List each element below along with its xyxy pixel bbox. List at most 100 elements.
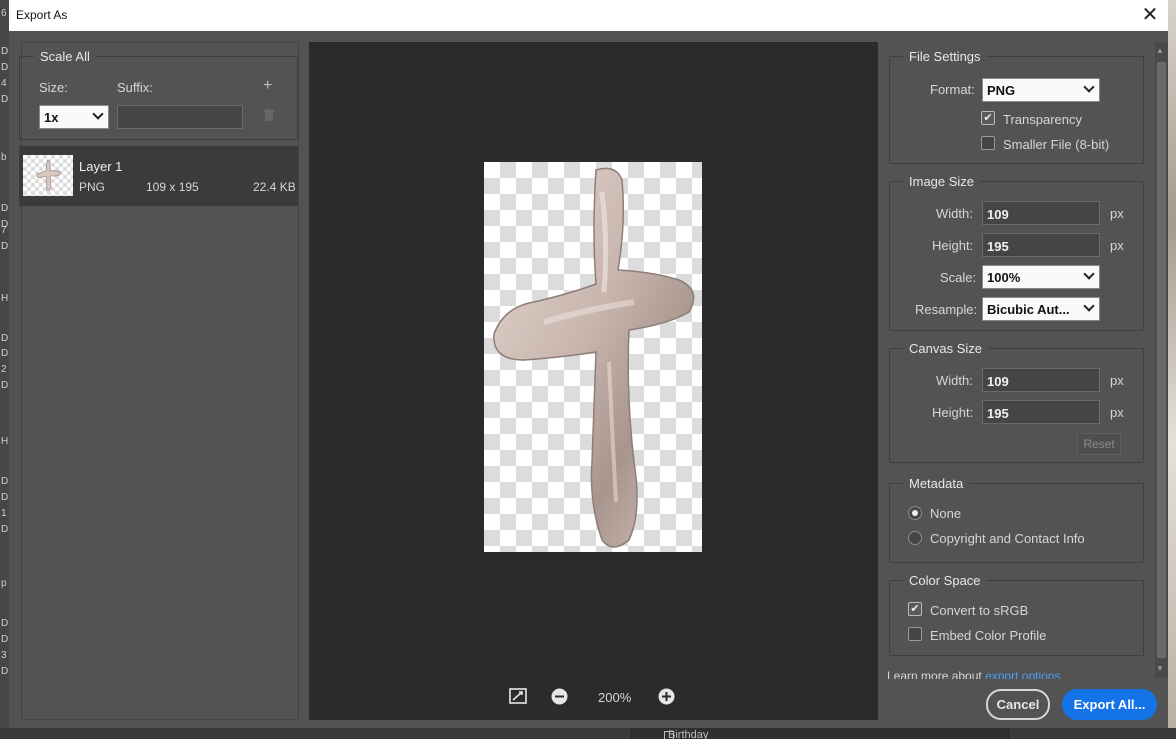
embed-profile-label: Embed Color Profile (930, 628, 1047, 643)
background-image-strip (1168, 0, 1176, 739)
export-all-button[interactable]: Export All... (1062, 689, 1157, 720)
format-dropdown[interactable]: PNG (982, 78, 1100, 102)
preview-area: 200% (309, 42, 878, 720)
minus-circle-icon (551, 688, 568, 705)
resample-label: Resample: (915, 302, 978, 317)
canvas-size-title: Canvas Size (903, 341, 988, 356)
scale-dropdown[interactable]: 100% (982, 265, 1100, 289)
image-width-input[interactable]: 109 (982, 201, 1100, 225)
chevron-down-icon (1083, 81, 1095, 93)
background-letter: D (1, 203, 9, 214)
background-letter: 6 (1, 8, 7, 19)
canvas-width-input[interactable]: 109 (982, 368, 1100, 392)
cross-thumbnail-image (36, 159, 61, 191)
close-button[interactable]: ✕ (1137, 3, 1163, 29)
add-scale-button[interactable]: + (263, 77, 272, 95)
convert-srgb-label: Convert to sRGB (930, 603, 1029, 618)
suffix-label: Suffix: (117, 80, 153, 95)
image-height-unit: px (1110, 238, 1124, 253)
resample-value: Bicubic Aut... (987, 302, 1070, 317)
window-title: Export As (16, 8, 68, 22)
background-letter: D (1, 666, 9, 677)
suffix-input[interactable] (117, 105, 243, 129)
metadata-none-radio[interactable] (908, 506, 922, 520)
image-height-input[interactable]: 195 (982, 233, 1100, 257)
scroll-down-icon[interactable]: ▼ (1156, 664, 1164, 673)
background-letter: D (1, 46, 9, 57)
size-dropdown[interactable]: 1x (39, 105, 109, 129)
metadata-title: Metadata (903, 476, 970, 491)
canvas-height-unit: px (1110, 405, 1124, 420)
background-letter: D (1, 348, 9, 359)
background-letter: D (1, 476, 9, 487)
export-options-link[interactable]: export options (985, 669, 1060, 679)
metadata-copyright-label: Copyright and Contact Info (930, 531, 1085, 546)
preview-canvas (484, 162, 702, 552)
background-letter: H (1, 436, 9, 447)
layer-file-size: 22.4 KB (253, 180, 296, 194)
cancel-button[interactable]: Cancel (986, 689, 1050, 720)
image-width-label: Width: (936, 206, 973, 221)
layer-name: Layer 1 (79, 159, 123, 174)
size-label: Size: (39, 80, 68, 95)
background-letter: b (1, 152, 7, 163)
background-letter: H (1, 293, 9, 304)
image-width-unit: px (1110, 206, 1124, 221)
background-letter: 2 (1, 364, 7, 375)
canvas-height-input[interactable]: 195 (982, 400, 1100, 424)
background-letter: D (1, 94, 9, 105)
color-space-title: Color Space (903, 573, 987, 588)
background-letter: D (1, 62, 9, 73)
zoom-out-button[interactable] (551, 688, 568, 705)
image-size-title: Image Size (903, 174, 981, 189)
layer-format: PNG (79, 180, 106, 194)
checkmark-icon: ✔ (983, 112, 993, 124)
zoom-in-button[interactable] (658, 688, 675, 705)
background-letter: D (1, 333, 9, 344)
trash-icon[interactable] (264, 109, 274, 121)
scroll-up-icon[interactable]: ▲ (1156, 46, 1164, 55)
reset-button[interactable]: Reset (1077, 433, 1121, 455)
learn-more: Learn more about export options (887, 669, 1147, 679)
background-letter: 4 (1, 78, 7, 89)
scale-all-title: Scale All (34, 49, 96, 64)
background-letter: D (1, 241, 9, 252)
background-letter: p (1, 578, 7, 589)
title-bar: Export As ✕ (9, 0, 1168, 31)
background-letter: 7 (1, 225, 7, 236)
transparency-checkbox[interactable]: ✔ (981, 111, 995, 125)
format-label: Format: (930, 82, 975, 97)
background-letter: D (1, 634, 9, 645)
checkmark-icon: ✔ (910, 603, 920, 615)
metadata-group: Metadata (889, 476, 1144, 563)
background-letter: D (1, 524, 9, 535)
assets-panel (21, 42, 299, 720)
chevron-down-icon (92, 108, 104, 120)
layer-thumbnail (23, 155, 73, 196)
scale-value: 100% (987, 270, 1021, 285)
smaller-file-label: Smaller File (8-bit) (1003, 137, 1110, 152)
color-space-group: Color Space (889, 573, 1144, 656)
canvas-width-unit: px (1110, 373, 1124, 388)
embed-profile-checkbox[interactable] (908, 627, 922, 641)
file-settings-title: File Settings (903, 49, 987, 64)
learn-more-text: Learn more about (887, 669, 982, 679)
background-letter: D (1, 492, 9, 503)
convert-srgb-checkbox[interactable]: ✔ (908, 602, 922, 616)
chevron-down-icon (1083, 300, 1095, 312)
resample-dropdown[interactable]: Bicubic Aut... (982, 297, 1100, 321)
fit-to-view-icon[interactable] (509, 687, 527, 705)
zoom-level: 200% (598, 690, 632, 705)
scale-label: Scale: (940, 270, 977, 285)
metadata-copyright-radio[interactable] (908, 531, 922, 545)
plus-icon: + (263, 77, 273, 94)
background-letter: D (1, 380, 9, 391)
background-app-strip: 6DD4DbDD7DHDD2DHDD1DpDD3D (0, 0, 9, 739)
export-as-dialog: Export As ✕ Scale All Size: Suffix: + 1x… (9, 0, 1168, 728)
scrollbar-thumb[interactable] (1157, 62, 1166, 658)
close-icon: ✕ (1141, 4, 1159, 26)
smaller-file-checkbox[interactable] (981, 136, 995, 150)
background-letter: 1 (1, 508, 7, 519)
layer-list-item[interactable]: Layer 1 PNG 109 x 195 22.4 KB (19, 146, 298, 206)
transparency-label: Transparency (1003, 112, 1082, 127)
